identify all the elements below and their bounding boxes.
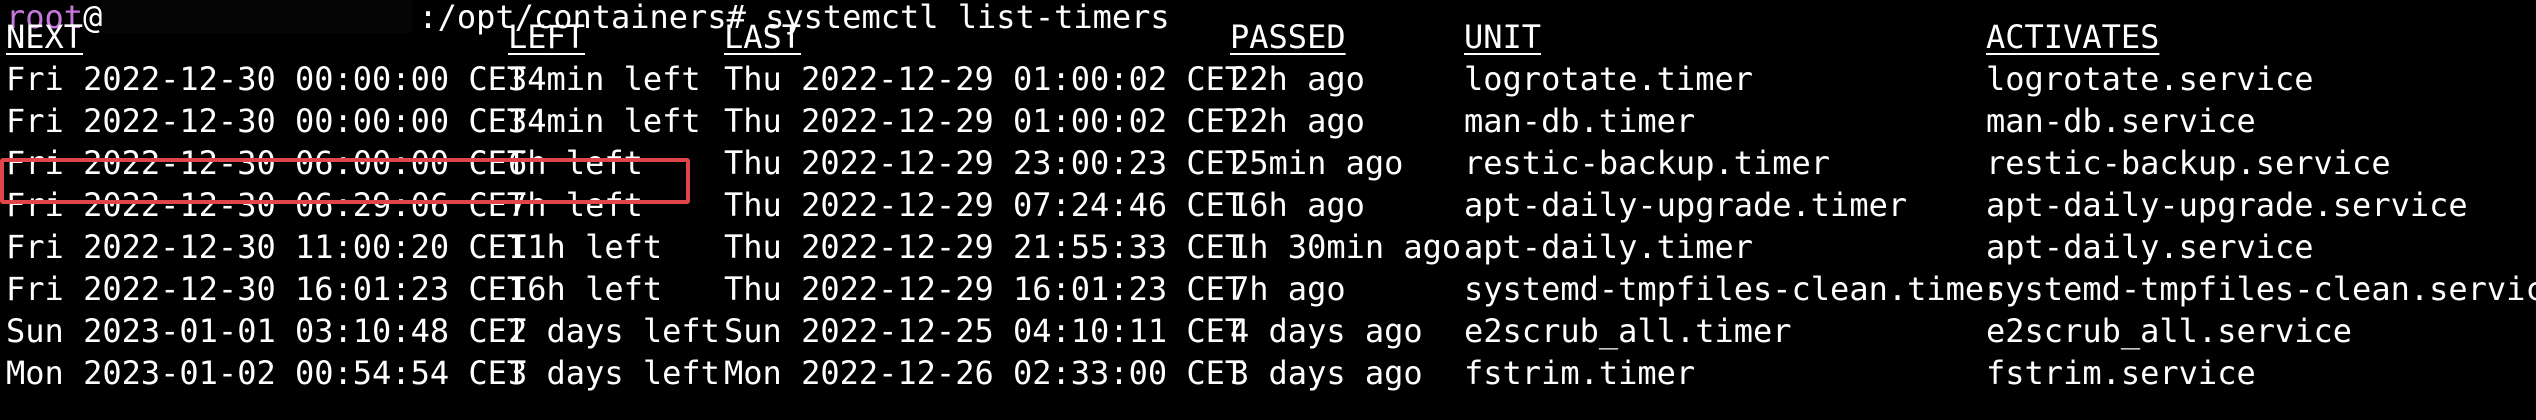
terminal-window[interactable]: root@:/opt/containers# systemctl list-ti… [0, 0, 2536, 420]
table-header-row: NEXT LEFT LAST PASSED UNIT ACTIVATES [0, 16, 2536, 58]
cell-next: Fri 2022-12-30 06:00:00 CET [6, 144, 527, 182]
table-row: Fri 2022-12-30 11:00:20 CET 11h left Thu… [0, 226, 2536, 268]
cell-unit: e2scrub_all.timer [1464, 312, 1792, 350]
cell-next: Sun 2023-01-01 03:10:48 CET [6, 312, 527, 350]
cell-left: 3 days left [508, 354, 720, 392]
cell-left: 11h left [508, 228, 663, 266]
table-row: Fri 2022-12-30 00:00:00 CET 34min left T… [0, 58, 2536, 100]
cell-left: 7h left [508, 186, 643, 224]
cell-unit: man-db.timer [1464, 102, 1696, 140]
cell-left: 34min left [508, 60, 701, 98]
cell-passed: 25min ago [1230, 144, 1404, 182]
table-row: Sun 2023-01-01 03:10:48 CET 2 days left … [0, 310, 2536, 352]
cell-left: 2 days left [508, 312, 720, 350]
cell-last: Thu 2022-12-29 01:00:02 CET [724, 102, 1245, 140]
cell-next: Fri 2022-12-30 00:00:00 CET [6, 102, 527, 140]
cell-passed: 7h ago [1230, 270, 1346, 308]
cell-activates: e2scrub_all.service [1986, 312, 2353, 350]
cell-next: Fri 2022-12-30 00:00:00 CET [6, 60, 527, 98]
cell-unit: restic-backup.timer [1464, 144, 1831, 182]
cell-activates: man-db.service [1986, 102, 2256, 140]
cell-activates: restic-backup.service [1986, 144, 2391, 182]
cell-left: 34min left [508, 102, 701, 140]
cell-activates: systemd-tmpfiles-clean.service [1986, 270, 2536, 308]
cell-left: 16h left [508, 270, 663, 308]
cell-unit: logrotate.timer [1464, 60, 1753, 98]
header-unit: UNIT [1464, 18, 1542, 56]
cell-passed: 1h 30min ago [1230, 228, 1462, 266]
table-row: Mon 2023-01-02 00:54:54 CET 3 days left … [0, 352, 2536, 394]
table-row: Fri 2022-12-30 06:29:06 CET 7h left Thu … [0, 184, 2536, 226]
cell-activates: fstrim.service [1986, 354, 2256, 392]
cell-passed: 22h ago [1230, 60, 1365, 98]
header-passed: PASSED [1230, 18, 1346, 56]
cell-last: Thu 2022-12-29 23:00:23 CET [724, 144, 1245, 182]
cell-unit: apt-daily-upgrade.timer [1464, 186, 1908, 224]
cell-last: Sun 2022-12-25 04:10:11 CET [724, 312, 1245, 350]
cell-next: Fri 2022-12-30 06:29:06 CET [6, 186, 527, 224]
table-row: Fri 2022-12-30 00:00:00 CET 34min left T… [0, 100, 2536, 142]
cell-left: 6h left [508, 144, 643, 182]
cell-last: Thu 2022-12-29 07:24:46 CET [724, 186, 1245, 224]
table-row-highlighted: Fri 2022-12-30 06:00:00 CET 6h left Thu … [0, 142, 2536, 184]
header-activates: ACTIVATES [1986, 18, 2160, 56]
cell-unit: systemd-tmpfiles-clean.timer [1464, 270, 2004, 308]
cell-activates: apt-daily.service [1986, 228, 2314, 266]
header-last: LAST [724, 18, 802, 56]
cell-last: Thu 2022-12-29 16:01:23 CET [724, 270, 1245, 308]
cell-activates: logrotate.service [1986, 60, 2314, 98]
cell-passed: 22h ago [1230, 102, 1365, 140]
cell-next: Fri 2022-12-30 11:00:20 CET [6, 228, 527, 266]
table-row: Fri 2022-12-30 16:01:23 CET 16h left Thu… [0, 268, 2536, 310]
cell-next: Mon 2023-01-02 00:54:54 CET [6, 354, 527, 392]
cell-last: Thu 2022-12-29 01:00:02 CET [724, 60, 1245, 98]
header-next: NEXT [6, 18, 84, 56]
cell-last: Thu 2022-12-29 21:55:33 CET [724, 228, 1245, 266]
cell-next: Fri 2022-12-30 16:01:23 CET [6, 270, 527, 308]
cell-last: Mon 2022-12-26 02:33:00 CET [724, 354, 1245, 392]
cell-unit: apt-daily.timer [1464, 228, 1753, 266]
cell-activates: apt-daily-upgrade.service [1986, 186, 2468, 224]
cell-unit: fstrim.timer [1464, 354, 1696, 392]
cell-passed: 3 days ago [1230, 354, 1423, 392]
cell-passed: 16h ago [1230, 186, 1365, 224]
cell-passed: 4 days ago [1230, 312, 1423, 350]
header-left: LEFT [508, 18, 586, 56]
